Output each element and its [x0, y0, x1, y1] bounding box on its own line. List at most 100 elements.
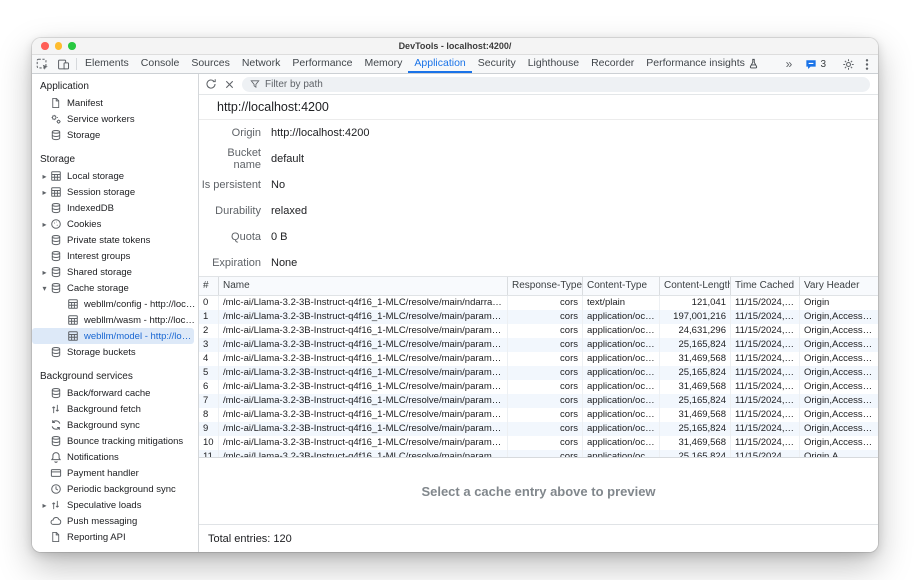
filter-placeholder: Filter by path: [265, 79, 323, 90]
cache-entry-row[interactable]: 2/mlc-ai/Llama-3.2-3B-Instruct-q4f16_1-M…: [199, 324, 878, 338]
menu-dots-icon[interactable]: [860, 58, 874, 71]
sidebar-item-storage[interactable]: Storage: [32, 127, 198, 143]
tab-performance[interactable]: Performance: [286, 55, 358, 73]
column-header-content-type[interactable]: Content-Type: [583, 277, 660, 295]
cache-entry-row[interactable]: 5/mlc-ai/Llama-3.2-3B-Instruct-q4f16_1-M…: [199, 366, 878, 380]
partial-row-clip: 11/mlc-ai/Llama-3.2-3B-Instruct-q4f16_1-…: [199, 450, 878, 457]
cache-entry-row[interactable]: 3/mlc-ai/Llama-3.2-3B-Instruct-q4f16_1-M…: [199, 338, 878, 352]
cell-vary-header: Origin,A…: [800, 450, 878, 457]
sidebar-item-label: Background fetch: [67, 404, 143, 415]
cell-content-length: 25,165,824: [660, 450, 731, 457]
cache-entry-row[interactable]: 8/mlc-ai/Llama-3.2-3B-Instruct-q4f16_1-M…: [199, 408, 878, 422]
cell-content-type: application/oc…: [583, 352, 660, 366]
refresh-icon[interactable]: [205, 78, 217, 90]
tab-memory[interactable]: Memory: [358, 55, 408, 73]
database-icon: [50, 435, 64, 447]
chevron-right-icon[interactable]: ▸: [39, 268, 50, 277]
detail-row-quota: Quota0 B: [199, 224, 878, 250]
column-header-response-type[interactable]: Response-Type: [508, 277, 583, 295]
sidebar-item-notifications[interactable]: Notifications: [32, 449, 198, 465]
sidebar-item-periodic-background-sync[interactable]: Periodic background sync: [32, 481, 198, 497]
column-header-time-cached[interactable]: Time Cached: [731, 277, 800, 295]
cell-response-type: cors: [508, 338, 583, 352]
sidebar-item-storage-buckets[interactable]: Storage buckets: [32, 344, 198, 360]
sidebar-item-payment-handler[interactable]: Payment handler: [32, 465, 198, 481]
cell-name: /mlc-ai/Llama-3.2-3B-Instruct-q4f16_1-ML…: [219, 408, 508, 422]
cache-entry-row[interactable]: 11/mlc-ai/Llama-3.2-3B-Instruct-q4f16_1-…: [199, 450, 878, 457]
column-header-name[interactable]: Name: [219, 277, 508, 295]
sidebar-item-local-storage[interactable]: ▸Local storage: [32, 168, 198, 184]
sidebar-item-webllm-wasm-http-loca[interactable]: webllm/wasm - http://loca…: [32, 312, 198, 328]
issues-button[interactable]: 3: [800, 59, 831, 70]
cell-item: 4: [199, 352, 219, 366]
sidebar-item-background-fetch[interactable]: Background fetch: [32, 401, 198, 417]
file-icon: [50, 97, 64, 109]
sidebar-item-bounce-tracking-mitigations[interactable]: Bounce tracking mitigations: [32, 433, 198, 449]
sidebar-item-cache-storage[interactable]: ▾ Cache storage: [32, 280, 198, 296]
column-header-content-length[interactable]: Content-Length: [660, 277, 731, 295]
cell-response-type: cors: [508, 366, 583, 380]
more-tabs-button[interactable]: »: [778, 57, 799, 71]
issues-count: 3: [820, 59, 826, 70]
sidebar-item-webllm-model-http-loc[interactable]: webllm/model - http://loc…: [32, 328, 194, 344]
sidebar-item-label: Cache storage: [67, 283, 131, 294]
sidebar-item-reporting-api[interactable]: Reporting API: [32, 529, 198, 545]
cache-entry-row[interactable]: 4/mlc-ai/Llama-3.2-3B-Instruct-q4f16_1-M…: [199, 352, 878, 366]
sidebar-item-service-workers[interactable]: Service workers: [32, 111, 198, 127]
cell-vary-header: Origin,Access…: [800, 338, 878, 352]
tab-label: Network: [242, 57, 281, 69]
table-icon: [67, 298, 81, 310]
chevron-right-icon[interactable]: ▸: [39, 501, 50, 510]
cookie-icon: [50, 218, 64, 230]
tab-recorder[interactable]: Recorder: [585, 55, 640, 73]
cell-time-cached: 11/15/2024, 10…: [731, 422, 800, 436]
sidebar-item-manifest[interactable]: Manifest: [32, 95, 198, 111]
tab-console[interactable]: Console: [135, 55, 186, 73]
delete-selected-icon[interactable]: [224, 79, 235, 90]
section-header-application: Application: [32, 77, 198, 95]
cache-entry-row[interactable]: 7/mlc-ai/Llama-3.2-3B-Instruct-q4f16_1-M…: [199, 394, 878, 408]
tab-lighthouse[interactable]: Lighthouse: [522, 55, 585, 73]
tab-application[interactable]: Application: [408, 55, 471, 73]
cache-entry-row[interactable]: 1/mlc-ai/Llama-3.2-3B-Instruct-q4f16_1-M…: [199, 310, 878, 324]
sidebar-item-interest-groups[interactable]: Interest groups: [32, 248, 198, 264]
device-toolbar-icon[interactable]: [53, 55, 74, 73]
chevron-right-icon[interactable]: ▸: [39, 220, 50, 229]
cell-content-type: text/plain: [583, 296, 660, 310]
sidebar-item-background-sync[interactable]: Background sync: [32, 417, 198, 433]
chevron-right-icon[interactable]: ▸: [39, 172, 50, 181]
sidebar-item-cookies[interactable]: ▸Cookies: [32, 216, 198, 232]
tab-elements[interactable]: Elements: [79, 55, 135, 73]
sidebar-item-label: Reporting API: [67, 532, 128, 543]
tab-label: Performance insights: [646, 57, 745, 69]
cell-item: 6: [199, 380, 219, 394]
sidebar-item-shared-storage[interactable]: ▸Shared storage: [32, 264, 198, 280]
cache-entry-row[interactable]: 0/mlc-ai/Llama-3.2-3B-Instruct-q4f16_1-M…: [199, 296, 878, 310]
sidebar-item-push-messaging[interactable]: Push messaging: [32, 513, 198, 529]
tab-network[interactable]: Network: [236, 55, 287, 73]
sidebar-item-back-forward-cache[interactable]: Back/forward cache: [32, 385, 198, 401]
cell-name: /mlc-ai/Llama-3.2-3B-Instruct-q4f16_1-ML…: [219, 436, 508, 450]
chevron-down-icon[interactable]: ▾: [39, 284, 50, 293]
sidebar-item-private-state-tokens[interactable]: Private state tokens: [32, 232, 198, 248]
cache-entry-row[interactable]: 6/mlc-ai/Llama-3.2-3B-Instruct-q4f16_1-M…: [199, 380, 878, 394]
chevron-right-icon[interactable]: ▸: [39, 188, 50, 197]
tab-security[interactable]: Security: [472, 55, 522, 73]
tab-sources[interactable]: Sources: [185, 55, 236, 73]
inspect-element-icon[interactable]: [32, 55, 53, 73]
sidebar-item-session-storage[interactable]: ▸Session storage: [32, 184, 198, 200]
sidebar-item-indexeddb[interactable]: IndexedDB: [32, 200, 198, 216]
cell-time-cached: 11/15/2024, 10…: [731, 296, 800, 310]
column-header-vary-header[interactable]: Vary Header: [800, 277, 878, 295]
filter-input[interactable]: Filter by path: [242, 77, 870, 92]
tab-performance-insights[interactable]: Performance insights: [640, 55, 765, 73]
settings-gear-icon[interactable]: [838, 58, 859, 71]
sidebar-item-webllm-config-http-loc[interactable]: webllm/config - http://loc…: [32, 296, 198, 312]
cache-entry-row[interactable]: 9/mlc-ai/Llama-3.2-3B-Instruct-q4f16_1-M…: [199, 422, 878, 436]
column-header-item[interactable]: #: [199, 277, 219, 295]
cache-entry-row[interactable]: 10/mlc-ai/Llama-3.2-3B-Instruct-q4f16_1-…: [199, 436, 878, 450]
devtools-tabbar: ElementsConsoleSources Network Performance…: [32, 55, 878, 74]
sidebar-item-label: Interest groups: [67, 251, 132, 262]
sidebar-item-speculative-loads[interactable]: ▸Speculative loads: [32, 497, 198, 513]
database-icon: [50, 202, 64, 214]
